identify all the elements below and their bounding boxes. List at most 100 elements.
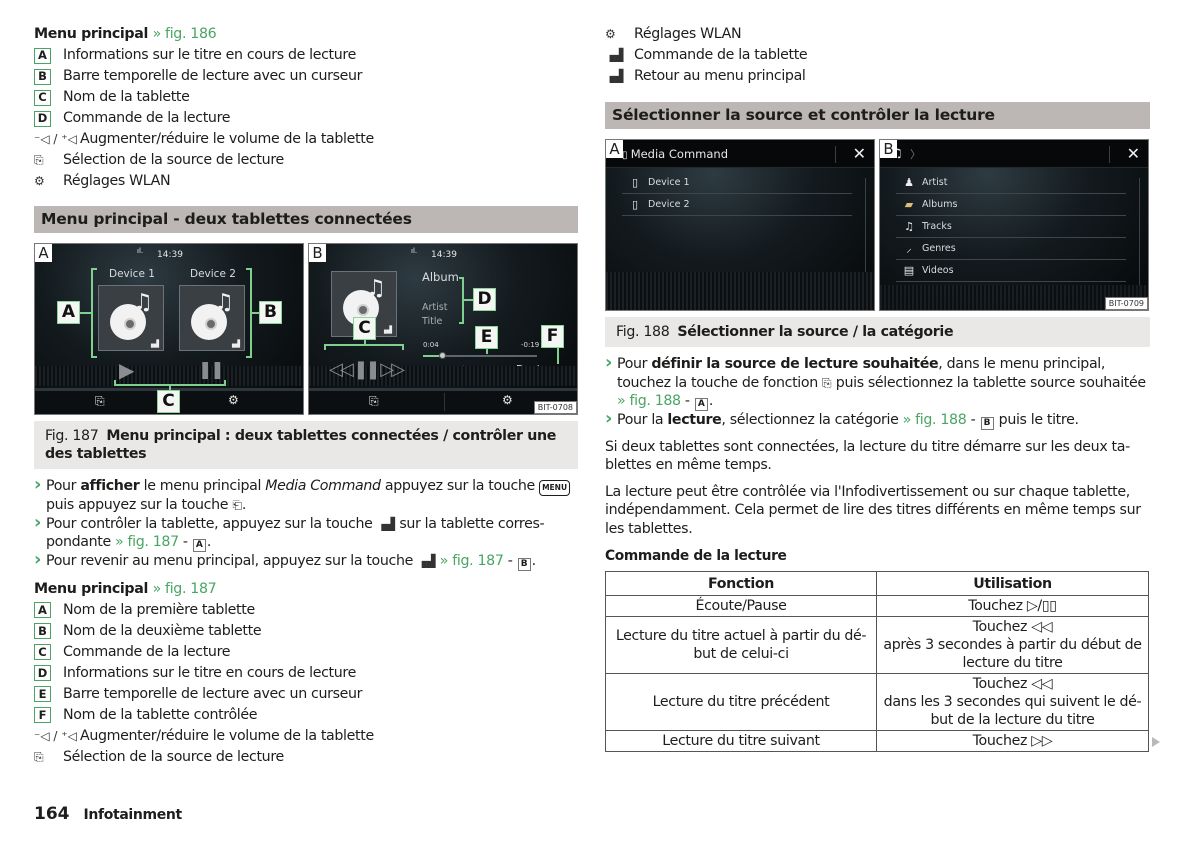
fig-188-link[interactable]: » fig. 188 bbox=[617, 393, 681, 409]
legend-item: ⚙ Réglages WLAN bbox=[605, 24, 1150, 45]
source-select-icon: ⎘ bbox=[822, 375, 832, 390]
function-cell: Lecture du titre actuel à partir du dé-b… bbox=[605, 616, 877, 674]
device-1-tile[interactable]: ♫ ▗▟ bbox=[98, 285, 164, 351]
albums-icon: ▰ bbox=[904, 198, 914, 211]
time-remaining: -0:19 bbox=[521, 341, 540, 349]
media-command-icon: ⎗ bbox=[232, 498, 242, 513]
album-name: Album bbox=[422, 270, 459, 284]
seek-bar[interactable] bbox=[423, 352, 537, 359]
fig-187-link[interactable]: » fig. 187 bbox=[115, 534, 179, 550]
callout-line bbox=[79, 312, 91, 314]
wlan-settings-icon[interactable]: ⚙ bbox=[228, 393, 239, 407]
screen-header: ▯ Media Command ✕ bbox=[606, 140, 874, 168]
function-cell: Écoute/Pause bbox=[605, 595, 877, 617]
category-row-tracks[interactable]: ♫ Tracks bbox=[896, 216, 1126, 238]
screen-letter-a: A bbox=[606, 140, 623, 158]
legend-item: E Barre temporelle de lecture avec un cur… bbox=[34, 684, 578, 705]
section-heading-select-source: Sélectionner la source et contrôler la l… bbox=[605, 102, 1150, 129]
right-column: ⚙ Réglages WLAN ▗▟ Commande de la tablette… bbox=[605, 24, 1150, 752]
play-icon[interactable]: ▶ bbox=[119, 358, 134, 382]
table-header-row: Fonction Utilisation bbox=[605, 571, 1149, 596]
back-to-main-icon: ▗▟ bbox=[417, 554, 436, 568]
instruction-item: Pour définir la source de lecture souhai… bbox=[605, 354, 1150, 411]
screen-a-source-select: ▯ Media Command ✕ A ▯ Device 1 ▯ Device 2 bbox=[605, 139, 875, 311]
wlan-settings-icon: ⚙ bbox=[34, 174, 45, 188]
label-badge-b: B bbox=[34, 68, 51, 85]
device-1-label: Device 1 bbox=[109, 268, 155, 280]
legend-item: D Commande de la lecture bbox=[34, 108, 578, 129]
usage-cell: Touchez ▷▷ bbox=[876, 730, 1149, 752]
device-row[interactable]: ▯ Device 1 bbox=[622, 172, 852, 194]
category-row-genres[interactable]: ⸝ Genres bbox=[896, 238, 1126, 260]
category-row-artist[interactable]: ♟ Artist bbox=[896, 172, 1126, 194]
tablet-icon: ▯ bbox=[631, 198, 639, 211]
tablet-icon: ▯ bbox=[631, 176, 639, 189]
label-badge-c: C bbox=[34, 89, 51, 106]
figure-188-caption: Fig. 188 Sélectionner la source / la caté… bbox=[605, 317, 1150, 347]
callout-c: C bbox=[157, 390, 180, 413]
pause-icon[interactable]: ❚❚ bbox=[198, 360, 224, 380]
category-row-albums[interactable]: ▰ Albums bbox=[896, 194, 1126, 216]
label-badge-d: D bbox=[34, 665, 51, 682]
table-row: Lecture du titre suivant Touchez ▷▷ bbox=[605, 730, 1149, 752]
legend-list-continued: ⚙ Réglages WLAN ▗▟ Commande de la tablette… bbox=[605, 24, 1150, 87]
close-icon[interactable]: ✕ bbox=[1127, 144, 1140, 163]
source-select-icon: ⎘ bbox=[34, 749, 44, 764]
table-row: Lecture du titre précédent Touchez ◁◁ dan… bbox=[605, 673, 1149, 731]
device-row[interactable]: ▯ Device 2 bbox=[622, 194, 852, 216]
fig-188-link[interactable]: » fig. 188 bbox=[903, 412, 967, 428]
signal-icon: ıl. bbox=[137, 247, 144, 255]
clock: 14:39 bbox=[157, 250, 183, 260]
legend-item: ⎘ Sélection de la source de lecture bbox=[34, 150, 578, 171]
clock: 14:39 bbox=[431, 250, 457, 260]
instruction-item: Pour contrôler la tablette, appuyez sur … bbox=[34, 514, 578, 552]
source-select-icon[interactable]: ⎘ bbox=[95, 394, 105, 409]
label-badge-b: B bbox=[34, 623, 51, 640]
divider bbox=[1109, 146, 1110, 163]
callout-line bbox=[557, 348, 559, 364]
fig-186-link[interactable]: » fig. 186 bbox=[153, 26, 217, 42]
fig-187-link[interactable]: » fig. 187 bbox=[153, 581, 217, 597]
genres-icon: ⸝ bbox=[906, 242, 912, 255]
wlan-settings-icon[interactable]: ⚙ bbox=[502, 393, 513, 407]
paragraph-control: La lecture peut être contrôlée via l'Inf… bbox=[605, 483, 1141, 537]
signal-icon: ıl. bbox=[411, 247, 418, 255]
track-title: Title bbox=[422, 316, 443, 327]
legend-item: ⎘ Sélection de la source de lecture bbox=[34, 747, 578, 768]
source-select-icon[interactable]: ⎘ bbox=[369, 394, 379, 409]
function-cell: Lecture du titre suivant bbox=[605, 730, 877, 752]
paragraph-two-tablets: Si deux tablettes sont connectées, la le… bbox=[605, 438, 1130, 474]
tracks-icon: ♫ bbox=[904, 220, 914, 233]
tablet-icon: ▯ bbox=[622, 150, 631, 161]
playback-controls[interactable]: ◁◁ ❚❚ ▷▷ bbox=[329, 359, 405, 380]
screen-letter-b: B bbox=[880, 140, 897, 158]
usage-cell: Touchez ◁◁ après 3 secondes à partir du d… bbox=[876, 616, 1149, 674]
legend-item: C Commande de la lecture bbox=[34, 642, 578, 663]
legend-item: F Nom de la tablette contrôlée bbox=[34, 705, 578, 726]
tablet-control-icon[interactable]: ▗▟ bbox=[229, 340, 240, 348]
label-badge-e: E bbox=[34, 686, 51, 703]
instruction-item: Pour revenir au menu principal, appuyez … bbox=[34, 551, 578, 571]
instruction-item: Pour la lecture, sélectionnez la catégor… bbox=[605, 410, 1150, 430]
category-row-videos[interactable]: ▤ Videos bbox=[896, 260, 1126, 282]
fig-187-link[interactable]: » fig. 187 bbox=[440, 553, 504, 569]
ref-badge-a: A bbox=[694, 397, 708, 411]
back-to-main-icon[interactable]: ▗▟ bbox=[381, 326, 392, 334]
legend-item: D Informations sur le titre en cours de l… bbox=[34, 663, 578, 684]
time-elapsed: 0:04 bbox=[423, 341, 439, 349]
tablet-control-icon[interactable]: ▗▟ bbox=[148, 340, 159, 348]
legend-item: ⁻◁ / ⁺◁ Augmenter/réduire le volume de la… bbox=[34, 726, 578, 747]
legend-list-186: A Informations sur le titre en cours de l… bbox=[34, 45, 578, 192]
breadcrumb-chevron-icon[interactable]: 〉 bbox=[910, 146, 921, 162]
seek-handle[interactable] bbox=[438, 352, 446, 359]
legend-item: A Nom de la première tablette bbox=[34, 600, 578, 621]
close-icon[interactable]: ✕ bbox=[853, 144, 866, 163]
ref-badge-b: B bbox=[980, 416, 994, 430]
figure-187-caption: Fig. 187 Menu principal : deux tablettes … bbox=[34, 421, 578, 469]
ref-badge-b: B bbox=[517, 557, 531, 571]
instructions-list: Pour afficher le menu principal Media Co… bbox=[34, 476, 578, 571]
legend-item: ▗▟ Retour au menu principal bbox=[605, 66, 1150, 87]
page-number: 164 bbox=[34, 804, 70, 824]
device-2-tile[interactable]: ♫ ▗▟ bbox=[179, 285, 245, 351]
wlan-settings-icon: ⚙ bbox=[605, 27, 616, 41]
